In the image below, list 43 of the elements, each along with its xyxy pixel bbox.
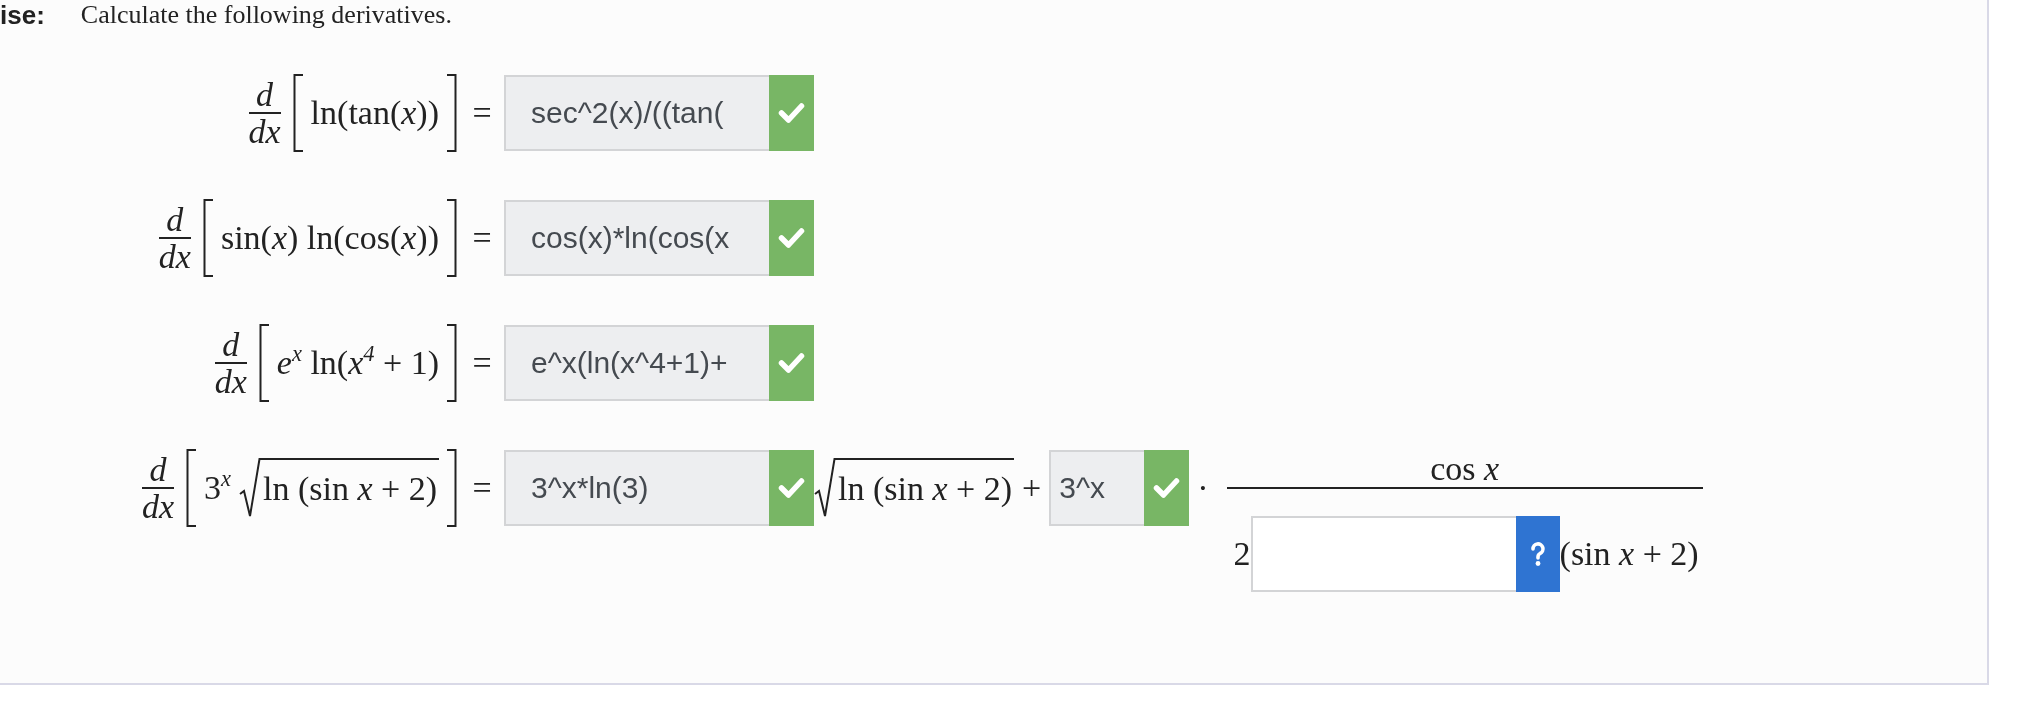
fraction-numerator: d	[149, 452, 167, 487]
math-expression: (sin x + 2)	[1559, 534, 1699, 574]
right-bracket-icon	[447, 199, 457, 277]
right-bracket-icon	[447, 74, 457, 152]
fraction-denominator: dx	[158, 239, 191, 274]
answer-field[interactable]: sec^2(x)/((tan(	[504, 75, 769, 151]
right-bracket-icon	[447, 449, 457, 527]
fraction-denominator: dx	[141, 489, 174, 524]
answer-field[interactable]: e^x(ln(x^4+1)+	[504, 325, 769, 401]
answer-field[interactable]: cos(x)*ln(cos(x	[504, 200, 769, 276]
math-expression: sin(x) ln(cos(x))	[220, 218, 439, 258]
equals-sign: =	[472, 344, 492, 382]
math-expression: ln(tan(x))	[310, 93, 439, 133]
check-answer-button[interactable]	[1515, 516, 1560, 592]
left-bracket-icon	[258, 324, 269, 402]
fraction-denominator: dx	[248, 114, 281, 149]
radicand-expression: ln (sin x + 2)	[260, 458, 439, 518]
math-operator: +	[1022, 468, 1042, 508]
equals-sign: =	[472, 94, 492, 132]
math-expression: e$^{x}$ ln(x$^{4}$ + 1)	[276, 342, 439, 383]
fraction-numerator: d	[256, 77, 274, 112]
left-bracket-icon	[292, 74, 303, 152]
left-bracket-icon	[186, 449, 196, 527]
math-expression: 2	[1233, 534, 1251, 574]
answer-field[interactable]: 3^x	[1049, 450, 1145, 526]
radicand-expression: ln (sin x + 2)	[836, 458, 1015, 518]
equals-sign: =	[472, 219, 492, 257]
exercise-label: ise:	[0, 0, 45, 30]
fraction-numerator: d	[166, 202, 184, 237]
fraction-numerator: cos x	[1430, 451, 1500, 487]
answer-field[interactable]	[1250, 516, 1516, 592]
square-root-icon	[814, 458, 836, 518]
fraction-numerator: d	[222, 327, 240, 362]
instruction-text: Calculate the following derivatives.	[80, 0, 452, 30]
question-mark-icon	[1529, 541, 1546, 567]
math-operator: ·	[1197, 468, 1209, 508]
math-expression: 3$^{x}$	[204, 467, 231, 508]
equals-sign: =	[472, 469, 492, 507]
left-bracket-icon	[202, 199, 213, 277]
fraction-denominator: dx	[214, 364, 247, 399]
right-bracket-icon	[447, 324, 457, 402]
answer-field[interactable]: 3^x*ln(3)	[504, 450, 769, 526]
square-root-icon	[238, 458, 261, 518]
